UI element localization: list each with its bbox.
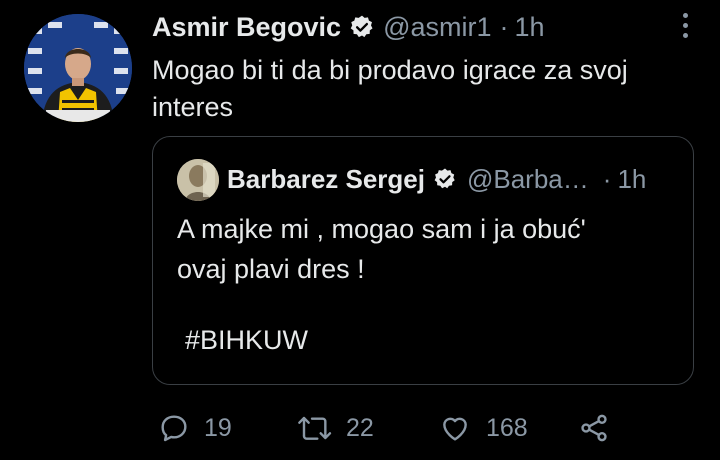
quoted-author-name[interactable]: Barbarez Sergej xyxy=(227,164,425,195)
tweet[interactable]: Asmir Begovic @asmir1 · 1h Mogao bi ti d… xyxy=(0,0,720,460)
quoted-hashtag[interactable]: #BIHKUW xyxy=(185,325,308,356)
retweet-icon xyxy=(296,412,332,444)
tweet-timestamp[interactable]: 1h xyxy=(515,12,545,43)
quoted-timestamp[interactable]: 1h xyxy=(617,164,646,195)
verified-badge-icon xyxy=(433,167,457,191)
tweet-actions: 19 22 168 xyxy=(0,404,720,452)
retweet-button[interactable]: 22 xyxy=(296,404,374,452)
tweet-text: Mogao bi ti da bi prodavo igrace za svoj… xyxy=(152,55,628,122)
author-avatar[interactable] xyxy=(24,14,132,122)
author-handle[interactable]: @asmir1 xyxy=(383,12,491,43)
quoted-tweet[interactable]: Barbarez Sergej @Barba… · 1h A majke mi … xyxy=(152,136,694,385)
reply-icon xyxy=(158,412,190,444)
tweet-header: Asmir Begovic @asmir1 · 1h xyxy=(152,10,545,44)
verified-badge-icon xyxy=(349,14,375,40)
author-name[interactable]: Asmir Begovic xyxy=(152,12,341,43)
quoted-author-handle[interactable]: @Barba… xyxy=(467,164,589,195)
like-button[interactable]: 168 xyxy=(438,404,528,452)
quoted-author-avatar[interactable] xyxy=(177,159,219,201)
retweet-count: 22 xyxy=(346,413,374,442)
quoted-text: A majke mi , mogao sam i ja obuć' ovaj p… xyxy=(177,214,586,284)
like-icon xyxy=(438,412,472,444)
share-button[interactable] xyxy=(578,404,610,452)
share-icon xyxy=(578,412,610,444)
quoted-header: Barbarez Sergej @Barba… · 1h xyxy=(227,161,646,197)
separator-dot: · xyxy=(499,11,509,42)
quoted-separator-dot: · xyxy=(602,163,612,194)
like-count: 168 xyxy=(486,413,528,442)
reply-count: 19 xyxy=(204,413,232,442)
more-options-icon[interactable] xyxy=(672,8,698,42)
reply-button[interactable]: 19 xyxy=(158,404,232,452)
